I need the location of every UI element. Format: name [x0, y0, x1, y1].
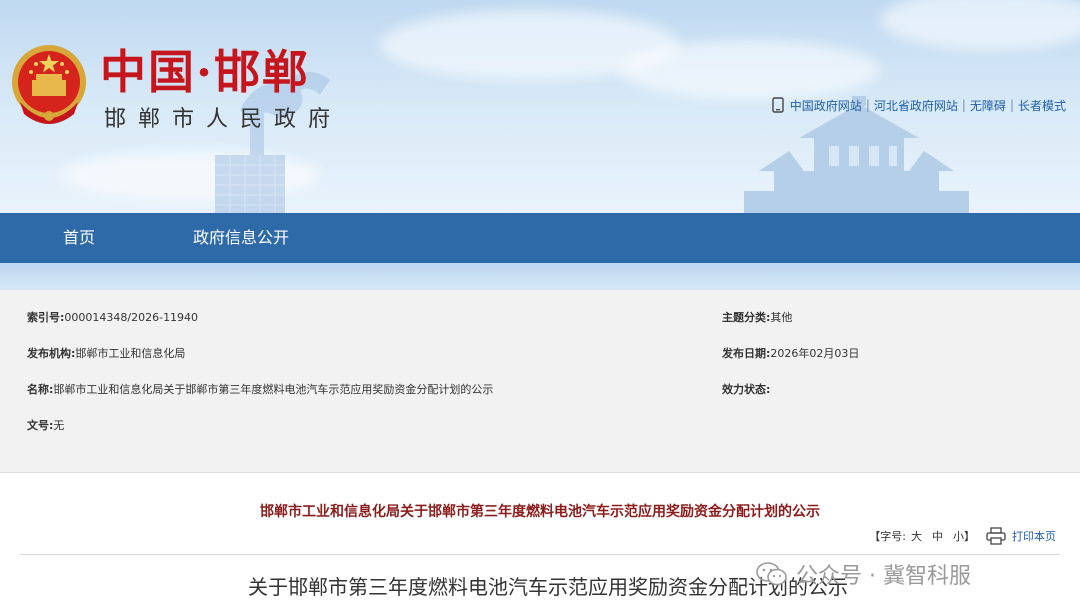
- font-size-label: 【字号:: [869, 530, 906, 543]
- printer-icon[interactable]: [986, 527, 1006, 545]
- site-title: 中国·邯郸: [100, 45, 311, 99]
- info-label: 发布机构:: [27, 347, 76, 360]
- font-size-medium-button[interactable]: 中: [932, 528, 943, 544]
- info-label: 效力状态:: [722, 383, 771, 396]
- watermark-text: 公众号 · 冀智科服: [796, 564, 971, 589]
- info-value: 邯郸市工业和信息化局: [75, 347, 186, 360]
- wechat-icon: [756, 562, 787, 586]
- nav-item-gov-info[interactable]: 政府信息公开: [193, 213, 289, 263]
- site-subtitle: 邯郸市人民政府: [104, 107, 343, 132]
- print-page-link[interactable]: 打印本页: [1012, 528, 1056, 544]
- info-topic: 主题分类:其他: [722, 310, 792, 326]
- info-docno: 文号:无: [27, 418, 64, 434]
- info-label: 发布日期:: [722, 347, 771, 360]
- font-size-controls: 【字号: 大 中 小】 打印本页: [869, 526, 1056, 546]
- info-label: 名称:: [27, 383, 54, 396]
- info-validity: 效力状态:: [722, 382, 770, 398]
- info-publisher: 发布机构:邯郸市工业和信息化局: [27, 346, 185, 362]
- cloud-decoration: [880, 0, 1080, 50]
- decorative-band: [0, 263, 1080, 290]
- divider: [20, 554, 1060, 555]
- header-banner: 中国·邯郸 邯郸市人民政府 中国政府网站 | 河北省政府网站 | 无障碍 | 长…: [0, 0, 1080, 213]
- nav-item-home[interactable]: 首页: [63, 213, 95, 263]
- link-hebei-gov[interactable]: 河北省政府网站: [874, 97, 958, 114]
- info-label: 主题分类:: [722, 311, 771, 324]
- info-value: 无: [53, 419, 65, 432]
- info-date: 发布日期:2026年02月03日: [722, 346, 859, 362]
- link-central-gov[interactable]: 中国政府网站: [790, 97, 862, 114]
- font-size-small-button[interactable]: 小】: [953, 528, 975, 544]
- info-index: 索引号:000014348/2026-11940: [27, 310, 198, 326]
- link-elder-mode[interactable]: 长者模式: [1018, 97, 1066, 114]
- mobile-phone-icon[interactable]: [772, 97, 784, 113]
- top-links: 中国政府网站 | 河北省政府网站 | 无障碍 | 长者模式: [772, 96, 1066, 114]
- info-value: 其他: [770, 311, 793, 324]
- font-size-large-button[interactable]: 大: [911, 528, 922, 544]
- info-label: 索引号:: [27, 311, 65, 324]
- info-value: 000014348/2026-11940: [64, 311, 199, 324]
- link-accessibility[interactable]: 无障碍: [970, 97, 1006, 114]
- info-label: 文号:: [27, 419, 54, 432]
- article-title: 邯郸市工业和信息化局关于邯郸市第三年度燃料电池汽车示范应用奖励资金分配计划的公示: [260, 504, 820, 520]
- link-separator: |: [961, 98, 966, 112]
- info-value: 邯郸市工业和信息化局关于邯郸市第三年度燃料电池汽车示范应用奖励资金分配计划的公示: [53, 383, 494, 396]
- wechat-watermark: 公众号 · 冀智科服: [756, 558, 971, 590]
- link-separator: |: [865, 98, 870, 112]
- info-name: 名称:邯郸市工业和信息化局关于邯郸市第三年度燃料电池汽车示范应用奖励资金分配计划…: [27, 382, 493, 398]
- info-value: 2026年02月03日: [770, 347, 860, 360]
- cloud-decoration: [620, 40, 880, 100]
- document-info-box: 索引号:000014348/2026-11940 主题分类:其他 发布机构:邯郸…: [0, 290, 1080, 473]
- national-emblem-icon: [12, 45, 86, 124]
- link-separator: |: [1009, 98, 1014, 112]
- main-nav: 首页 政府信息公开: [0, 213, 1080, 263]
